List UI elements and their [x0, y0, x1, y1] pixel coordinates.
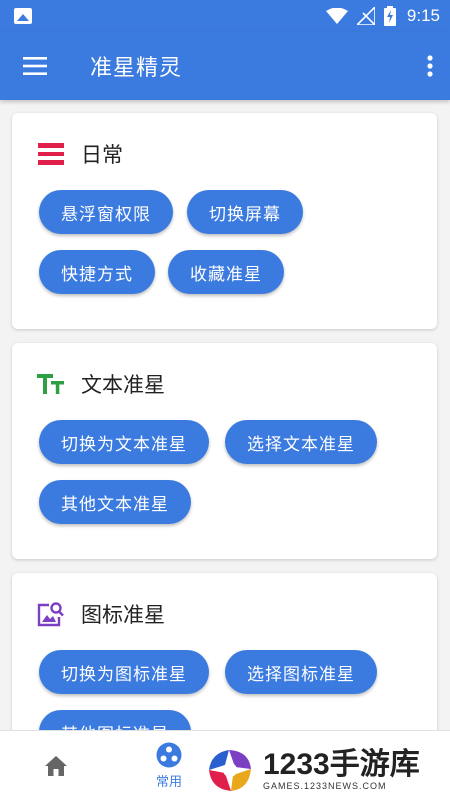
- watermark-sub: GAMES.1233NEWS.COM: [263, 781, 387, 791]
- overlay-permission-button[interactable]: 悬浮窗权限: [39, 190, 173, 234]
- status-time: 9:15: [406, 6, 440, 25]
- battery-charging-icon: [383, 6, 396, 26]
- switch-to-text-crosshair-button[interactable]: 切换为文本准星: [39, 420, 209, 464]
- more-vert-icon: [427, 55, 433, 77]
- card-daily: 日常 悬浮窗权限 切换屏幕 快捷方式 收藏准星: [12, 113, 437, 329]
- card-icon-crosshair: 图标准星 切换为图标准星 选择图标准星 其他图标准星: [12, 573, 437, 730]
- select-text-crosshair-button[interactable]: 选择文本准星: [225, 420, 377, 464]
- common-icon: [156, 742, 182, 768]
- select-icon-crosshair-button[interactable]: 选择图标准星: [225, 650, 377, 694]
- watermark-logo: [209, 750, 251, 791]
- text-size-icon: [37, 370, 65, 398]
- status-left: [14, 8, 32, 24]
- other-icon-crosshair-button[interactable]: 其他图标准星: [39, 710, 191, 730]
- daily-list-icon: [37, 140, 65, 168]
- switch-to-icon-crosshair-button[interactable]: 切换为图标准星: [39, 650, 209, 694]
- card-text-crosshair: 文本准星 切换为文本准星 选择文本准星 其他文本准星: [12, 343, 437, 559]
- watermark-text: 1233手游库 GAMES.1233NEWS.COM: [263, 748, 420, 792]
- status-right: 9:15: [325, 6, 440, 26]
- no-signal-icon: [356, 7, 375, 25]
- app-bar: 准星精灵: [0, 32, 450, 100]
- switch-screen-button[interactable]: 切换屏幕: [187, 190, 303, 234]
- watermark-main: 1233手游库: [263, 748, 420, 781]
- menu-button[interactable]: [0, 32, 70, 100]
- card-title: 日常: [81, 143, 123, 167]
- watermark: 1233手游库 GAMES.1233NEWS.COM: [205, 740, 450, 800]
- gallery-notification-icon: [14, 8, 32, 24]
- card-title: 文本准星: [81, 373, 165, 397]
- wifi-icon: [325, 8, 348, 24]
- card-header: 文本准星: [37, 369, 165, 399]
- nav-label-common: 常用: [155, 775, 182, 790]
- card-header: 图标准星: [37, 599, 165, 629]
- shortcut-button[interactable]: 快捷方式: [39, 250, 155, 294]
- main-content: 日常 悬浮窗权限 切换屏幕 快捷方式 收藏准星 文本准星 切换为文本准星 选择文…: [0, 100, 450, 730]
- hamburger-menu-icon: [23, 57, 47, 75]
- image-search-icon: [37, 600, 65, 628]
- nav-item-home[interactable]: [0, 731, 112, 800]
- status-bar: 9:15: [0, 0, 450, 32]
- card-title: 图标准星: [81, 603, 165, 627]
- more-options-button[interactable]: [410, 32, 450, 100]
- app-title: 准星精灵: [90, 56, 183, 81]
- card-header: 日常: [37, 139, 123, 169]
- favorite-crosshair-button[interactable]: 收藏准星: [168, 250, 284, 294]
- other-text-crosshair-button[interactable]: 其他文本准星: [39, 480, 191, 524]
- home-icon: [45, 756, 67, 776]
